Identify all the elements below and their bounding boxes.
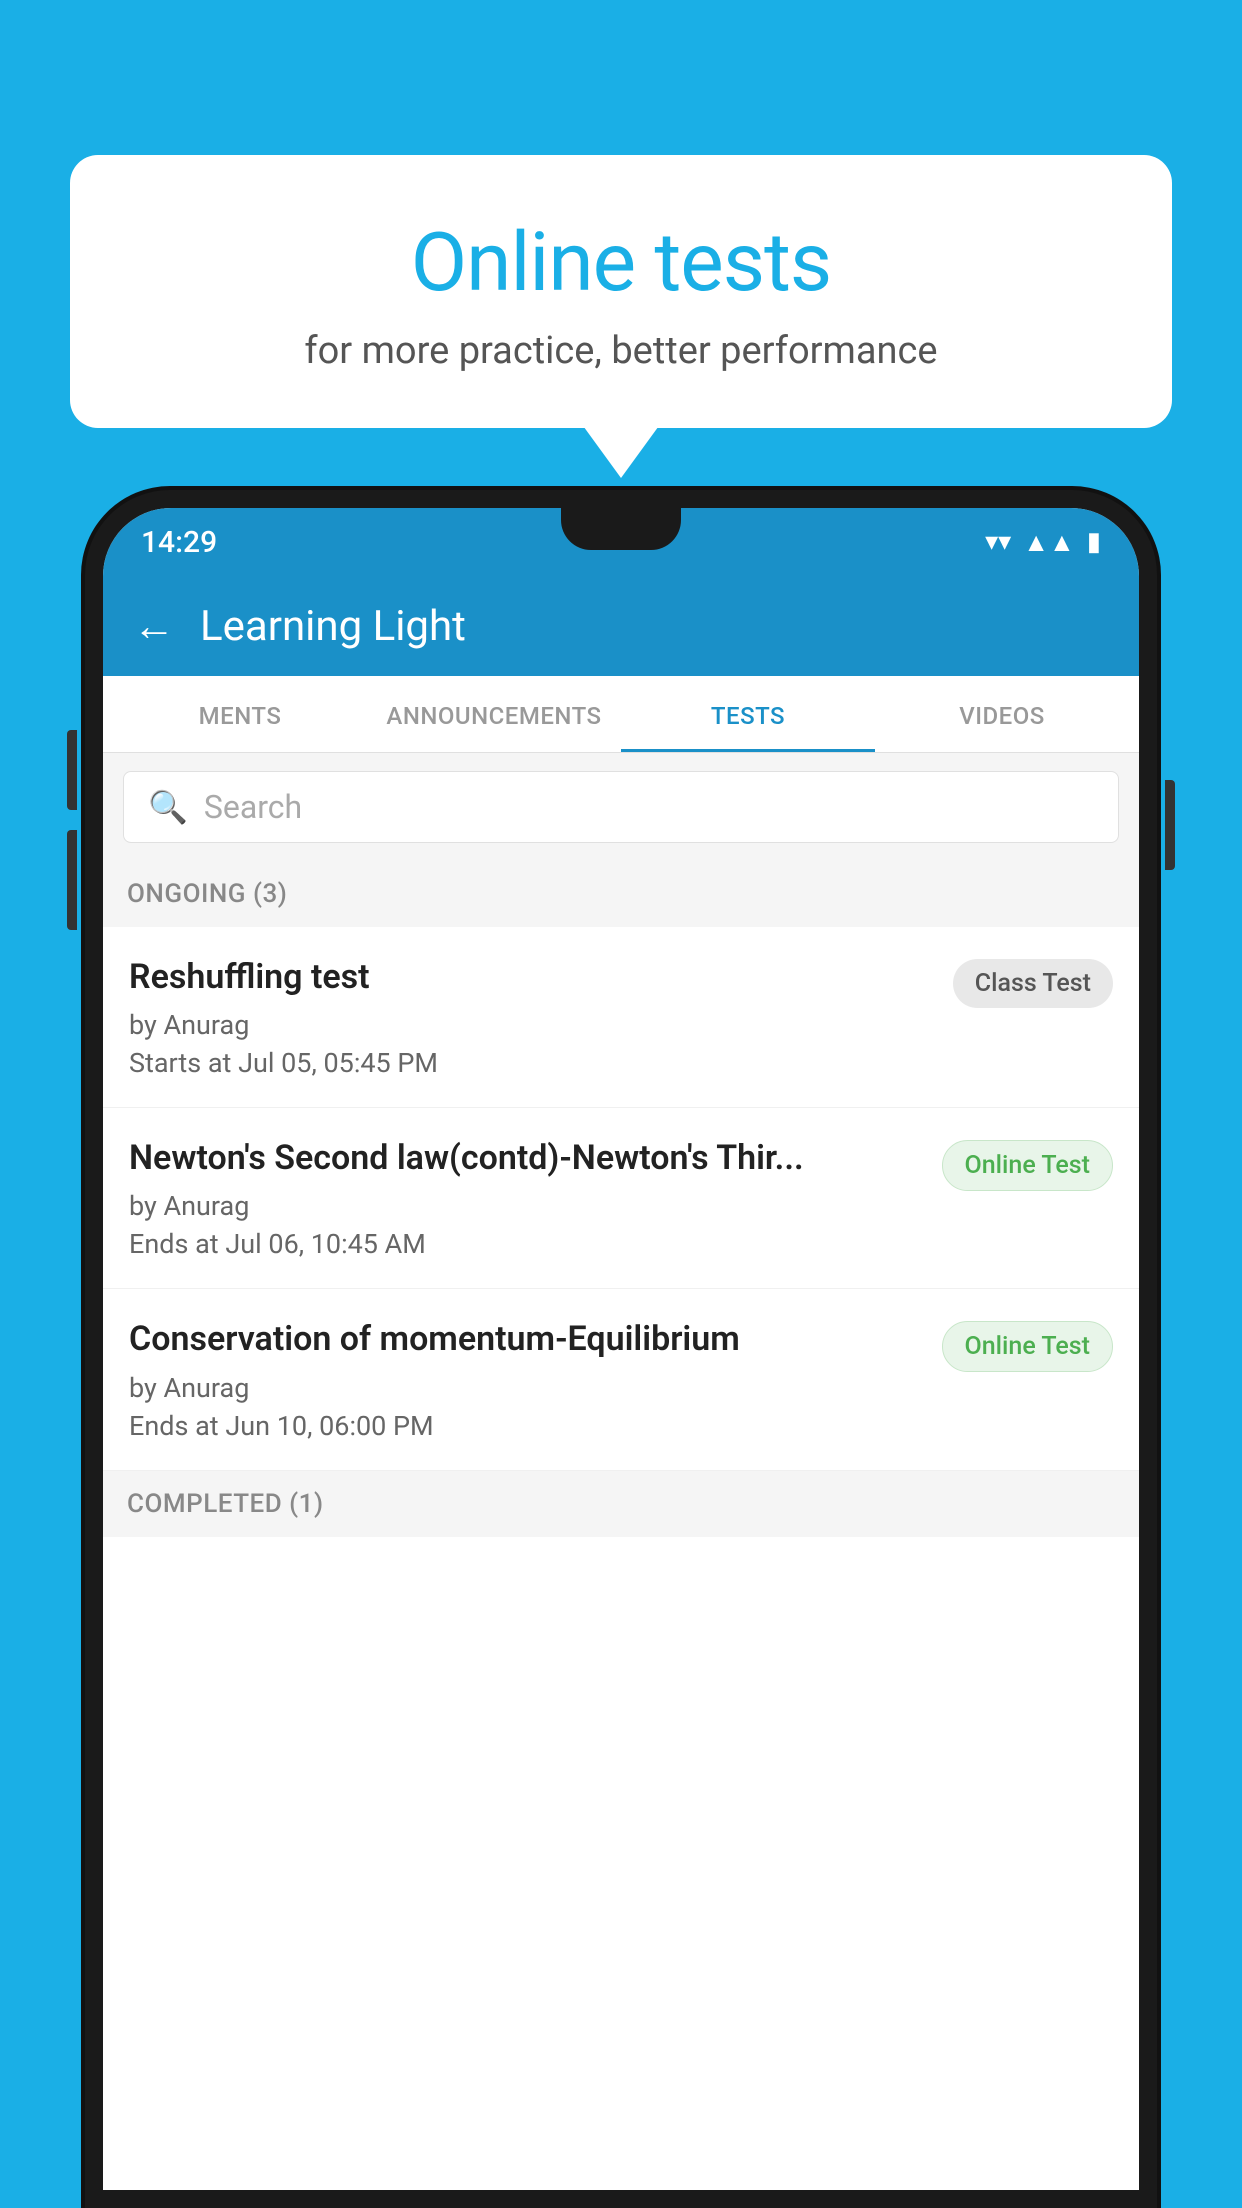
speech-bubble: Online tests for more practice, better p… [70, 155, 1172, 428]
search-container: 🔍 Search [103, 753, 1139, 861]
search-bar[interactable]: 🔍 Search [123, 771, 1119, 843]
test-name-1: Newton's Second law(contd)-Newton's Thir… [129, 1136, 922, 1180]
status-icons: ▾▾ ▲▲ ▮ [985, 527, 1101, 558]
test-date-1: Ends at Jul 06, 10:45 AM [129, 1228, 922, 1260]
power-button [1165, 780, 1175, 870]
search-icon: 🔍 [148, 788, 188, 826]
app-bar-title: Learning Light [200, 602, 466, 651]
tab-videos[interactable]: VIDEOS [875, 676, 1129, 752]
test-badge-2: Online Test [942, 1321, 1113, 1372]
tab-ments[interactable]: MENTS [113, 676, 367, 752]
test-date-0: Starts at Jul 05, 05:45 PM [129, 1047, 933, 1079]
test-author-1: by Anurag [129, 1190, 922, 1222]
volume-down-button [67, 830, 77, 930]
tab-tests[interactable]: TESTS [621, 676, 875, 752]
battery-icon: ▮ [1087, 527, 1101, 557]
completed-section-header: COMPLETED (1) [103, 1471, 1139, 1537]
test-info-0: Reshuffling test by Anurag Starts at Jul… [129, 955, 953, 1079]
back-button[interactable]: ← [133, 602, 175, 651]
search-input[interactable]: Search [204, 788, 302, 826]
test-badge-1: Online Test [942, 1140, 1113, 1191]
test-author-2: by Anurag [129, 1372, 922, 1404]
test-info-2: Conservation of momentum-Equilibrium by … [129, 1317, 942, 1441]
test-item-0[interactable]: Reshuffling test by Anurag Starts at Jul… [103, 927, 1139, 1108]
test-name-2: Conservation of momentum-Equilibrium [129, 1317, 922, 1361]
test-badge-0: Class Test [953, 959, 1113, 1008]
phone-screen: 14:29 ▾▾ ▲▲ ▮ ← Learning Light MENTS ANN… [103, 508, 1139, 2190]
bubble-title: Online tests [120, 215, 1122, 311]
ongoing-section-header: ONGOING (3) [103, 861, 1139, 927]
test-name-0: Reshuffling test [129, 955, 933, 999]
wifi-icon: ▾▾ [985, 527, 1011, 557]
tab-announcements[interactable]: ANNOUNCEMENTS [367, 676, 621, 752]
status-time: 14:29 [141, 525, 217, 560]
test-item-1[interactable]: Newton's Second law(contd)-Newton's Thir… [103, 1108, 1139, 1289]
signal-icon: ▲▲ [1023, 527, 1074, 558]
test-item-2[interactable]: Conservation of momentum-Equilibrium by … [103, 1289, 1139, 1470]
test-list: Reshuffling test by Anurag Starts at Jul… [103, 927, 1139, 1471]
status-bar: 14:29 ▾▾ ▲▲ ▮ [103, 508, 1139, 576]
test-author-0: by Anurag [129, 1009, 933, 1041]
bubble-subtitle: for more practice, better performance [120, 329, 1122, 373]
test-date-2: Ends at Jun 10, 06:00 PM [129, 1410, 922, 1442]
test-info-1: Newton's Second law(contd)-Newton's Thir… [129, 1136, 942, 1260]
notch [561, 508, 681, 550]
volume-up-button [67, 730, 77, 810]
speech-bubble-container: Online tests for more practice, better p… [70, 155, 1172, 428]
app-bar: ← Learning Light [103, 576, 1139, 676]
phone-frame: 14:29 ▾▾ ▲▲ ▮ ← Learning Light MENTS ANN… [85, 490, 1157, 2208]
tabs-bar: MENTS ANNOUNCEMENTS TESTS VIDEOS [103, 676, 1139, 753]
